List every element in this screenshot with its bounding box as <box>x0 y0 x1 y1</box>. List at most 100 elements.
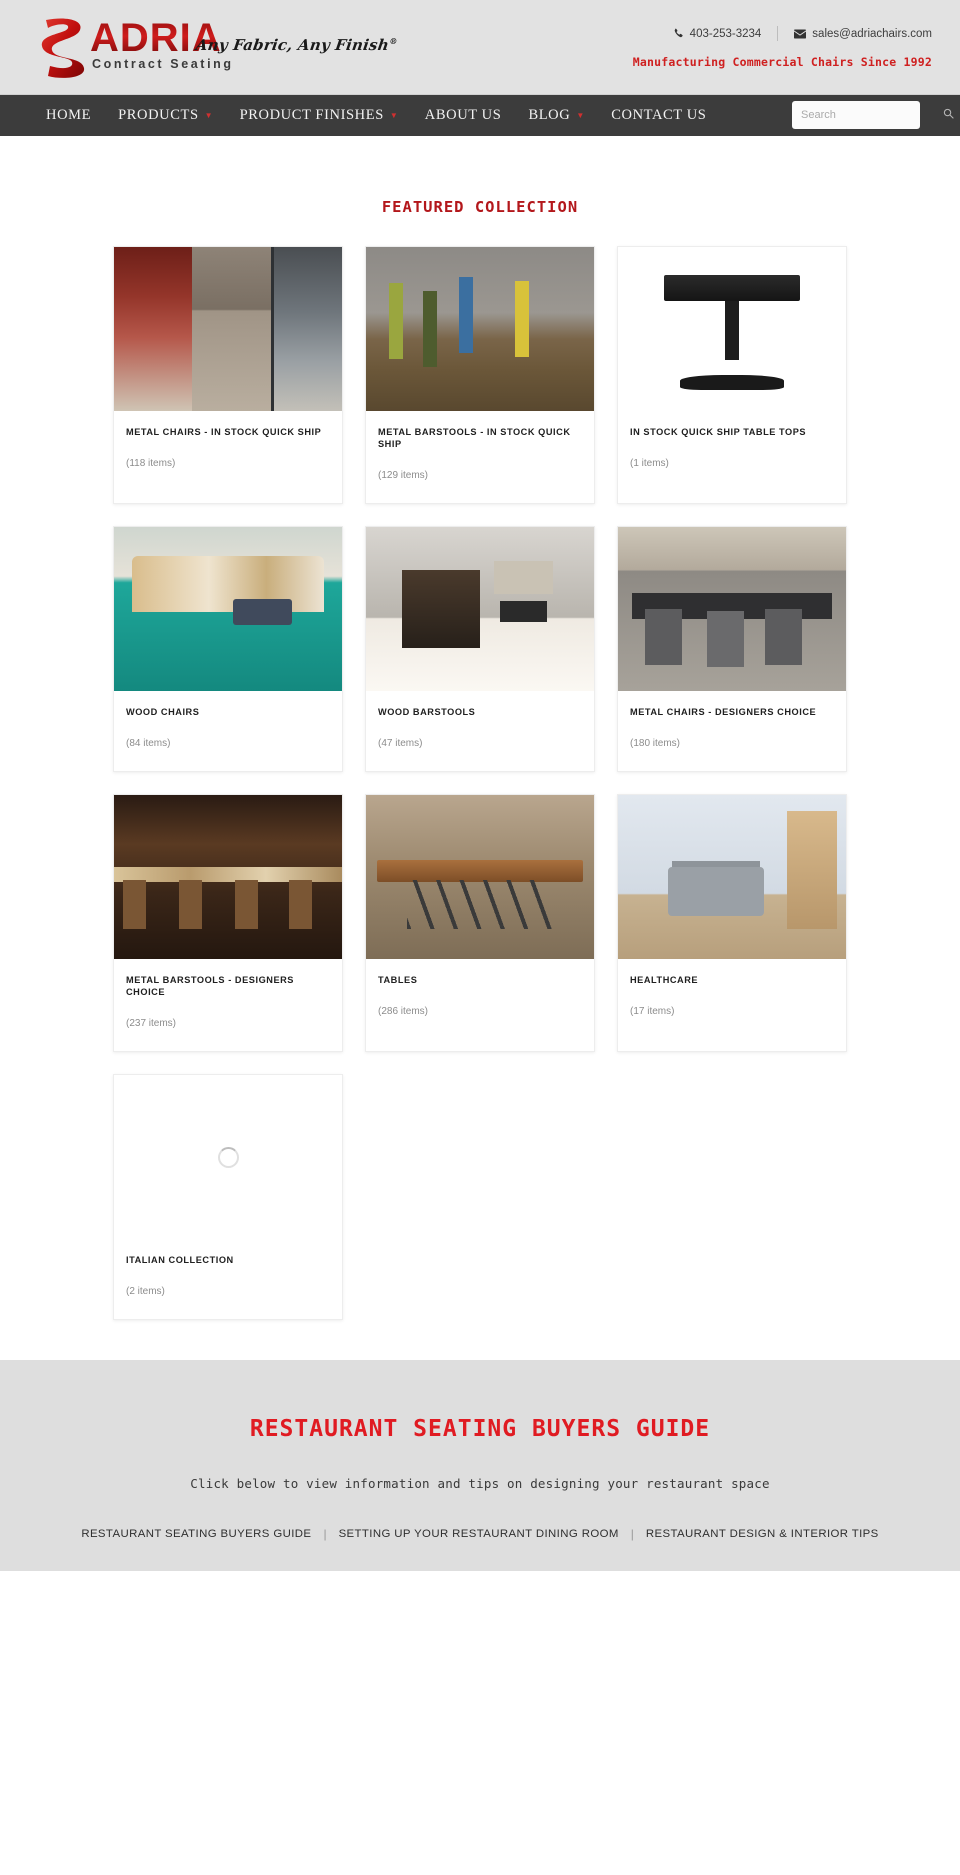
nav-item-blog[interactable]: BLOG ▼ <box>528 107 584 124</box>
email-link[interactable]: sales@adriachairs.com <box>794 28 932 40</box>
collection-card-title: METAL BARSTOOLS - DESIGNERS CHOICE <box>126 974 294 997</box>
collection-card[interactable]: METAL BARSTOOLS - DESIGNERS CHOICE (237 i… <box>113 793 343 1052</box>
contact-divider <box>777 26 779 41</box>
collection-card-body: METAL CHAIRS - IN STOCK QUICK SHIP (118 i… <box>114 411 342 491</box>
collection-card[interactable]: METAL BARSTOOLS - IN STOCK QUICK SHIP (12… <box>365 246 595 504</box>
collection-card-body: IN STOCK QUICK SHIP TABLE TOPS (1 items) <box>618 411 846 491</box>
product-photo <box>618 247 846 411</box>
buyers-guide-section: RESTAURANT SEATING BUYERS GUIDE Click be… <box>0 1359 960 1571</box>
collection-card-body: HEALTHCARE (17 items) <box>618 959 846 1039</box>
collection-card-image <box>114 247 342 411</box>
chair-logo-icon <box>40 14 96 82</box>
guide-link-divider: | <box>323 1526 327 1541</box>
page-title: FEATURED COLLECTION <box>381 198 579 216</box>
main-content: FEATURED COLLECTION METAL CHAIRS - IN ST… <box>0 136 960 1360</box>
collection-card-image <box>114 1074 342 1239</box>
phone-icon <box>673 28 684 39</box>
collection-card[interactable]: HEALTHCARE (17 items) <box>617 793 847 1052</box>
collection-card-body: WOOD BARSTOOLS (47 items) <box>366 691 594 771</box>
site-header: ADRIA Contract Seating Any Fabric, Any F… <box>0 0 960 95</box>
nav-item-product-finishes[interactable]: PRODUCT FINISHES ▼ <box>240 107 398 124</box>
collection-card-title: HEALTHCARE <box>630 974 699 985</box>
collection-card[interactable]: METAL CHAIRS - DESIGNERS CHOICE (180 item… <box>617 525 847 772</box>
collection-card-title: ITALIAN COLLECTION <box>126 1254 234 1265</box>
collection-card-image <box>366 794 594 959</box>
collection-card-body: WOOD CHAIRS (84 items) <box>114 691 342 771</box>
chevron-down-icon: ▼ <box>204 110 213 120</box>
search-input[interactable] <box>801 109 943 121</box>
main-navigation: HOME PRODUCTS ▼ PRODUCT FINISHES ▼ ABOUT US BL… <box>0 95 960 136</box>
collection-card-image <box>366 526 594 691</box>
search-box[interactable] <box>792 101 954 129</box>
collection-card-count: (286 items) <box>378 1005 429 1017</box>
registered-mark: ® <box>388 36 399 46</box>
loading-spinner-icon <box>218 1146 239 1168</box>
logo-tagline: Any Fabric, Any Finish® <box>195 36 399 54</box>
collection-card-count: (129 items) <box>378 469 429 481</box>
collection-card-body: METAL BARSTOOLS - DESIGNERS CHOICE (237 i… <box>114 959 342 1051</box>
photo-detail <box>679 374 785 390</box>
collection-card-count: (237 items) <box>126 1017 177 1029</box>
collection-card-title: WOOD CHAIRS <box>126 706 200 717</box>
product-photo <box>618 526 846 691</box>
nav-item-label: PRODUCTS <box>118 107 199 123</box>
nav-item-label: ABOUT US <box>424 107 502 123</box>
collection-card[interactable]: WOOD BARSTOOLS (47 items) <box>365 525 595 772</box>
product-photo <box>114 526 342 691</box>
collection-card[interactable]: TABLES (286 items) <box>365 793 595 1052</box>
chevron-down-icon: ▼ <box>389 110 398 120</box>
buyers-guide-title: RESTAURANT SEATING BUYERS GUIDE <box>249 1415 711 1442</box>
collection-card-body: ITALIAN COLLECTION (2 items) <box>114 1239 342 1319</box>
email-address: sales@adriachairs.com <box>812 27 932 40</box>
buyers-guide-subtitle: Click below to view information and tips… <box>190 1475 770 1491</box>
nav-item-contact-us[interactable]: CONTACT US <box>611 107 706 124</box>
nav-item-about-us[interactable]: ABOUT US <box>425 107 502 124</box>
since-tagline: Manufacturing Commercial Chairs Since 19… <box>632 55 932 69</box>
header-contact-row: 403-253-3234 sales@adriachairs.com <box>673 26 932 41</box>
collection-grid: METAL CHAIRS - IN STOCK QUICK SHIP (118 i… <box>113 246 847 1320</box>
collection-card-count: (47 items) <box>378 737 423 749</box>
collection-card[interactable]: IN STOCK QUICK SHIP TABLE TOPS (1 items) <box>617 246 847 504</box>
product-photo <box>114 247 342 411</box>
guide-link-divider: | <box>630 1526 634 1541</box>
collection-card-image <box>366 247 594 411</box>
search-icon[interactable] <box>943 106 954 124</box>
envelope-icon <box>794 29 807 39</box>
chevron-down-icon: ▼ <box>576 110 585 120</box>
collection-card-image <box>618 247 846 411</box>
collection-card-body: TABLES (286 items) <box>366 959 594 1039</box>
collection-card-title: METAL BARSTOOLS - IN STOCK QUICK SHIP <box>378 427 571 449</box>
collection-card-title: TABLES <box>378 974 418 985</box>
product-photo <box>618 794 846 959</box>
collection-card-count: (17 items) <box>630 1005 675 1017</box>
logo-sub-text: Contract Seating <box>92 57 234 71</box>
tagline-text: Any Fabric, Any Finish <box>194 36 391 54</box>
nav-item-products[interactable]: PRODUCTS ▼ <box>118 107 212 124</box>
product-photo <box>366 526 594 691</box>
phone-number: 403-253-3234 <box>689 27 762 40</box>
nav-item-label: BLOG <box>528 107 571 123</box>
collection-card-title: WOOD BARSTOOLS <box>378 706 476 717</box>
collection-card-body: METAL BARSTOOLS - IN STOCK QUICK SHIP (12… <box>366 411 594 503</box>
collection-card-count: (2 items) <box>126 1285 165 1297</box>
collection-card-image <box>618 794 846 959</box>
nav-item-label: CONTACT US <box>611 107 707 123</box>
collection-card-image <box>114 526 342 691</box>
guide-link[interactable]: SETTING UP YOUR RESTAURANT DINING ROOM <box>339 1528 619 1540</box>
collection-card-count: (180 items) <box>630 737 681 749</box>
collection-card-title: IN STOCK QUICK SHIP TABLE TOPS <box>630 427 807 437</box>
collection-card[interactable]: METAL CHAIRS - IN STOCK QUICK SHIP (118 i… <box>113 246 343 504</box>
guide-link[interactable]: RESTAURANT DESIGN & INTERIOR TIPS <box>646 1528 879 1540</box>
phone-link[interactable]: 403-253-3234 <box>673 27 762 40</box>
collection-card-count: (84 items) <box>126 737 171 749</box>
guide-link[interactable]: RESTAURANT SEATING BUYERS GUIDE <box>81 1528 311 1540</box>
nav-item-label: PRODUCT FINISHES <box>239 107 384 123</box>
collection-card[interactable]: WOOD CHAIRS (84 items) <box>113 525 343 772</box>
buyers-guide-links: RESTAURANT SEATING BUYERS GUIDE | SETTING … <box>0 1527 960 1541</box>
collection-card[interactable]: ITALIAN COLLECTION (2 items) <box>113 1073 343 1320</box>
nav-item-home[interactable]: HOME <box>46 107 91 124</box>
collection-card-image <box>114 794 342 959</box>
collection-card-title: METAL CHAIRS - DESIGNERS CHOICE <box>630 706 817 717</box>
collection-card-count: (1 items) <box>630 457 669 469</box>
product-photo <box>366 247 594 411</box>
